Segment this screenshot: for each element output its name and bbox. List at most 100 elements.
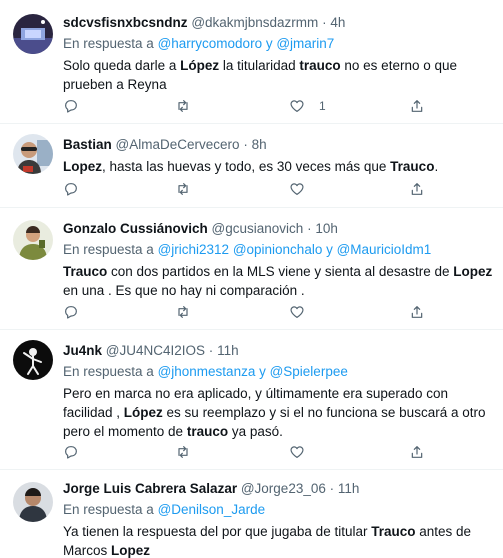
- user-handle[interactable]: @gcusianovich: [212, 221, 304, 236]
- text-segment: Solo queda darle a: [63, 58, 181, 73]
- text-segment: en una . Es que no hay ni comparación .: [63, 283, 305, 298]
- text-keyword: Trauco: [371, 524, 416, 539]
- tweet[interactable]: sdcvsfisnxbcsndnz @dkakmjbnsdazrmm · 4h …: [0, 0, 503, 124]
- tweet[interactable]: Jorge Luis Cabrera Salazar @Jorge23_06 ·…: [0, 470, 503, 558]
- reply-mentions[interactable]: @Denilson_Jarde: [158, 502, 266, 517]
- like-button[interactable]: 1: [289, 96, 326, 116]
- text-segment: Ya tienen la respuesta del por que jugab…: [63, 524, 372, 539]
- reply-icon: [65, 306, 77, 319]
- timestamp[interactable]: 4h: [330, 15, 345, 30]
- tweet[interactable]: Bastian @AlmaDeCervecero · 8h Lopez, has…: [0, 124, 503, 208]
- text-keyword: López: [180, 58, 220, 73]
- text-keyword: Lopez: [63, 159, 102, 174]
- reply-prefix: En respuesta a: [63, 36, 154, 51]
- reply-context: En respuesta a @harrycomodoro y @jmarin7: [63, 35, 493, 53]
- reply-mentions[interactable]: @harrycomodoro y @jmarin7: [158, 36, 335, 51]
- avatar-image: [13, 340, 53, 380]
- action-bar: [63, 302, 423, 322]
- avatar-image: [13, 220, 53, 260]
- tweet-text: Trauco con dos partidos en la MLS viene …: [63, 262, 493, 300]
- reply-icon: [65, 446, 77, 459]
- separator-dot: ·: [329, 481, 335, 496]
- avatar[interactable]: [13, 220, 53, 260]
- text-keyword: López: [123, 405, 163, 420]
- reply-mentions[interactable]: @jrichi2312 @opinionchalo y @MauricioIdm…: [158, 242, 432, 257]
- retweet-button[interactable]: [175, 179, 191, 199]
- tweet-header: Jorge Luis Cabrera Salazar @Jorge23_06 ·…: [63, 480, 493, 498]
- user-handle[interactable]: @Jorge23_06: [241, 481, 326, 496]
- user-handle[interactable]: @AlmaDeCervecero: [116, 137, 240, 152]
- tweet-text: Lopez, hasta las huevas y todo, es 30 ve…: [63, 157, 493, 176]
- text-keyword: Trauco: [390, 159, 435, 174]
- like-button[interactable]: [289, 179, 305, 199]
- tweet-header: Ju4nk @JU4NC4I2IOS · 11h: [63, 342, 493, 360]
- text-segment: ya pasó.: [228, 424, 283, 439]
- share-button[interactable]: [409, 96, 425, 116]
- text-segment: con dos partidos en la MLS viene y sient…: [107, 264, 454, 279]
- share-button[interactable]: [409, 442, 425, 462]
- reply-button[interactable]: [63, 179, 79, 199]
- action-bar: [63, 179, 423, 199]
- tweet[interactable]: Gonzalo Cussiánovich @gcusianovich · 10h…: [0, 208, 503, 330]
- avatar[interactable]: [13, 340, 53, 380]
- separator-dot: ·: [322, 15, 327, 30]
- display-name[interactable]: Gonzalo Cussiánovich: [63, 221, 208, 236]
- retweet-button[interactable]: [175, 442, 191, 462]
- avatar[interactable]: [13, 14, 53, 54]
- text-keyword: trauco: [299, 58, 341, 73]
- display-name[interactable]: Bastian: [63, 137, 112, 152]
- timestamp[interactable]: 8h: [252, 137, 267, 152]
- text-keyword: Trauco: [63, 264, 108, 279]
- like-button[interactable]: [289, 442, 305, 462]
- reply-context: En respuesta a @jrichi2312 @opinionchalo…: [63, 241, 493, 259]
- tweet-text: Pero en marca no era aplicado, y últimam…: [63, 384, 493, 441]
- tweet[interactable]: Ju4nk @JU4NC4I2IOS · 11h En respuesta a …: [0, 330, 503, 470]
- avatar[interactable]: [13, 482, 53, 522]
- retweet-button[interactable]: [175, 96, 191, 116]
- text-keyword: trauco: [186, 424, 229, 439]
- text-segment: la titularidad: [219, 58, 300, 73]
- user-handle[interactable]: @JU4NC4I2IOS: [106, 343, 205, 358]
- display-name[interactable]: Jorge Luis Cabrera Salazar: [63, 481, 237, 496]
- share-button[interactable]: [409, 302, 425, 322]
- tweet-text: Solo queda darle a López la titularidad …: [63, 56, 493, 94]
- reply-mentions[interactable]: @jhonmestanza y @Spielerpee: [158, 364, 348, 379]
- reply-prefix: En respuesta a: [63, 242, 154, 257]
- text-segment: .: [434, 159, 439, 174]
- timestamp[interactable]: 11h: [338, 481, 360, 496]
- display-name[interactable]: Ju4nk: [63, 343, 102, 358]
- retweet-icon: [178, 100, 188, 112]
- tweet-header: sdcvsfisnxbcsndnz @dkakmjbnsdazrmm · 4h: [63, 14, 493, 32]
- retweet-icon: [178, 306, 188, 318]
- share-icon: [411, 446, 423, 458]
- separator-dot: ·: [208, 343, 214, 358]
- retweet-icon: [178, 446, 188, 458]
- share-button[interactable]: [409, 179, 425, 199]
- like-icon: [290, 183, 304, 195]
- reply-prefix: En respuesta a: [63, 364, 154, 379]
- like-button[interactable]: [289, 302, 305, 322]
- share-icon: [411, 183, 423, 195]
- retweet-button[interactable]: [175, 302, 191, 322]
- reply-prefix: En respuesta a: [63, 502, 154, 517]
- reply-icon: [65, 100, 77, 113]
- action-bar: [63, 442, 423, 462]
- timestamp[interactable]: 11h: [217, 343, 239, 358]
- user-handle[interactable]: @dkakmjbnsdazrmm: [191, 15, 318, 30]
- timestamp[interactable]: 10h: [315, 221, 338, 236]
- like-icon: [290, 100, 304, 112]
- reply-button[interactable]: [63, 442, 79, 462]
- separator-dot: ·: [307, 221, 312, 236]
- like-count: 1: [319, 99, 326, 113]
- reply-context: En respuesta a @Denilson_Jarde: [63, 501, 493, 519]
- reply-icon: [65, 183, 77, 196]
- avatar-image: [13, 14, 53, 54]
- tweet-text: Ya tienen la respuesta del por que jugab…: [63, 522, 493, 558]
- share-icon: [411, 100, 423, 112]
- reply-button[interactable]: [63, 96, 79, 116]
- tweet-header: Bastian @AlmaDeCervecero · 8h: [63, 136, 493, 154]
- text-keyword: Lopez: [111, 543, 151, 558]
- avatar[interactable]: [13, 134, 53, 174]
- display-name[interactable]: sdcvsfisnxbcsndnz: [63, 15, 188, 30]
- reply-button[interactable]: [63, 302, 79, 322]
